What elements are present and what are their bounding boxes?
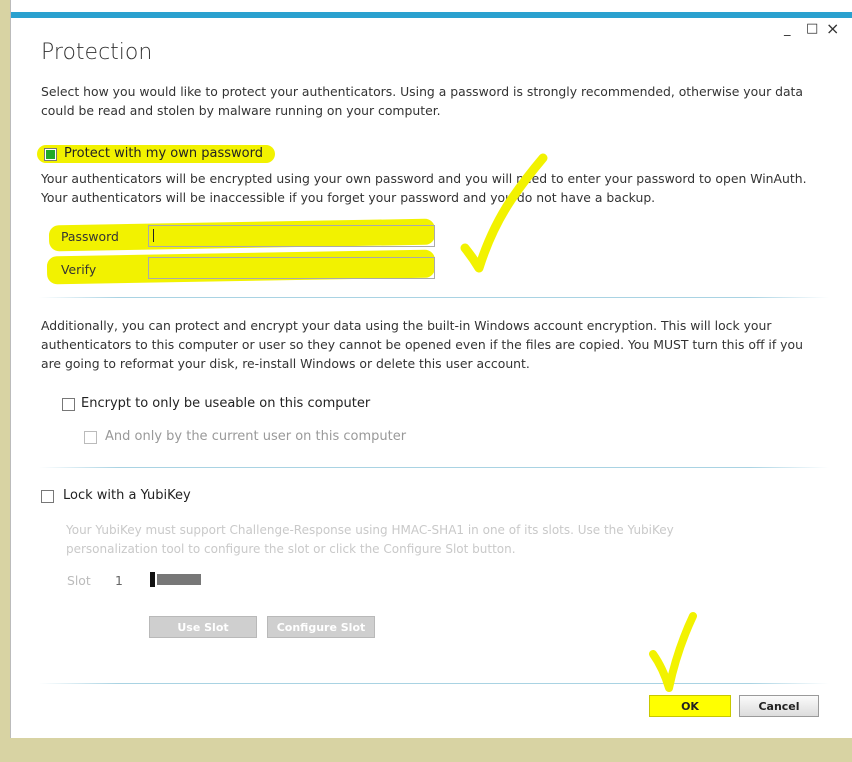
protect-password-checkbox[interactable] [44, 148, 57, 161]
maximize-button[interactable]: □ [806, 21, 818, 36]
use-slot-button[interactable]: Use Slot [149, 616, 257, 638]
cancel-button[interactable]: Cancel [739, 695, 819, 717]
verify-label: Verify [61, 262, 97, 277]
encrypt-computer-label[interactable]: Encrypt to only be useable on this compu… [81, 396, 370, 411]
slot-label: Slot [67, 573, 91, 588]
yubikey-label[interactable]: Lock with a YubiKey [63, 488, 191, 503]
slot-slider[interactable] [157, 574, 201, 585]
yubikey-description: Your YubiKey must support Challenge-Resp… [66, 523, 674, 556]
section-divider [39, 297, 829, 298]
section-divider [39, 467, 829, 468]
password-field[interactable] [148, 225, 435, 247]
configure-slot-button[interactable]: Configure Slot [267, 616, 375, 638]
slot-slider-thumb[interactable] [150, 572, 155, 587]
intro-text: Select how you would like to protect you… [41, 84, 804, 118]
windows-encryption-description: Additionally, you can protect and encryp… [41, 318, 803, 371]
password-label: Password [61, 229, 119, 244]
password-description: Your authenticators will be encrypted us… [41, 171, 807, 205]
encrypt-user-label[interactable]: And only by the current user on this com… [105, 429, 406, 444]
annotation-checkmark-icon [460, 153, 548, 273]
protect-password-label[interactable]: Protect with my own password [64, 146, 263, 161]
page-title: Protection [41, 40, 153, 65]
close-button[interactable]: × [826, 19, 839, 38]
encrypt-computer-checkbox[interactable] [62, 398, 75, 411]
text-caret [153, 229, 154, 242]
ok-button[interactable]: OK [649, 695, 731, 717]
slot-value: 1 [115, 573, 123, 588]
encrypt-user-checkbox[interactable] [84, 431, 97, 444]
yubikey-checkbox[interactable] [41, 490, 54, 503]
protection-dialog: _ □ × Protection Select how you would li… [10, 0, 852, 738]
verify-field[interactable] [148, 257, 435, 279]
minimize-button[interactable]: _ [784, 22, 791, 37]
window-accent-bar [11, 12, 852, 18]
annotation-checkmark-icon [649, 612, 697, 692]
